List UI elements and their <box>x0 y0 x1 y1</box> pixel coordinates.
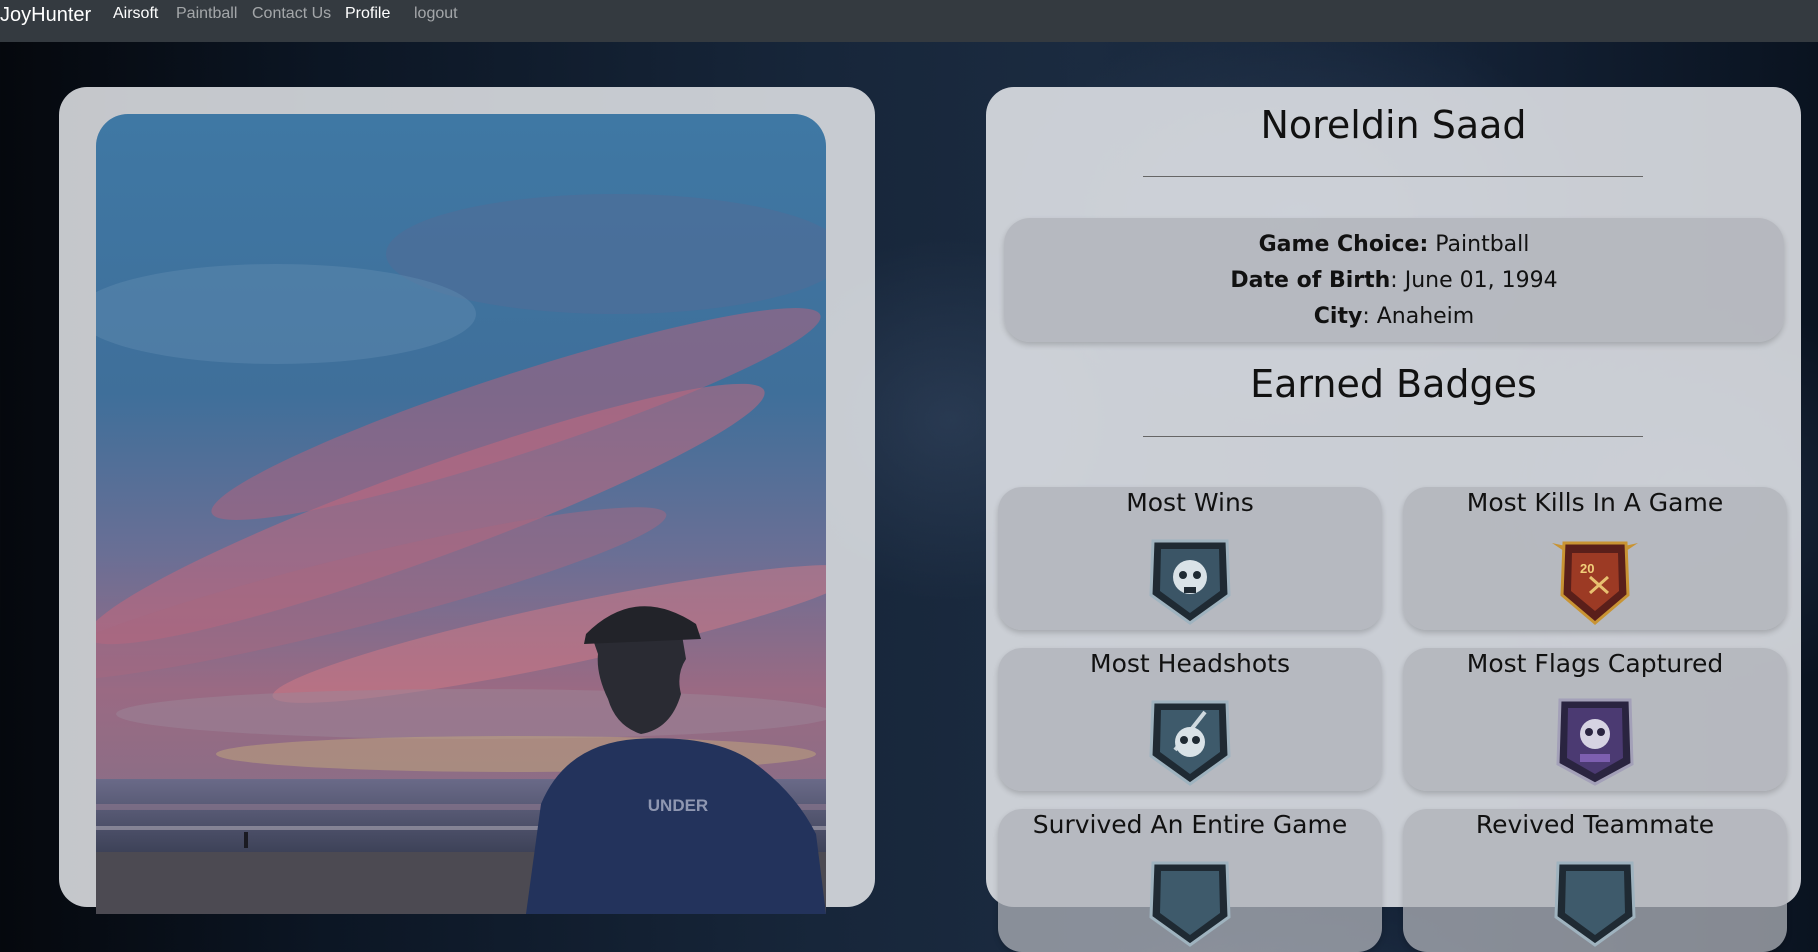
skull-knife-badge-icon <box>1149 700 1231 786</box>
badge-card-most-flags-captured: Most Flags Captured <box>1403 648 1787 791</box>
profile-photo: UNDER <box>96 114 826 914</box>
game-choice-label: Game Choice: <box>1258 232 1429 257</box>
nav-link-paintball[interactable]: Paintball <box>176 5 237 23</box>
svg-text:20: 20 <box>1580 561 1594 576</box>
earned-badges-title: Earned Badges <box>1250 362 1537 406</box>
top-navbar: JoyHunter Airsoft Paintball Contact Us P… <box>0 0 1818 42</box>
purple-skull-badge-icon <box>1556 698 1634 786</box>
badge-title: Most Kills In A Game <box>1466 488 1724 517</box>
nav-link-profile[interactable]: Profile <box>345 5 390 23</box>
shield-badge-icon <box>1149 861 1231 947</box>
badge-title: Most Wins <box>1126 488 1254 517</box>
badge-card-most-headshots: Most Headshots <box>998 648 1382 791</box>
game-choice-row: Game Choice: Paintball <box>1004 232 1784 257</box>
shield-badge-icon <box>1554 861 1636 947</box>
city-label: City <box>1313 304 1363 329</box>
nav-link-contact-us[interactable]: Contact Us <box>252 5 331 23</box>
shirt-logo-text: UNDER <box>648 796 708 815</box>
sunset-photo-image: UNDER <box>96 114 826 914</box>
brand-logo[interactable]: JoyHunter <box>0 4 91 27</box>
badge-title: Survived An Entire Game <box>1032 810 1348 839</box>
profile-photo-card: UNDER <box>59 87 875 914</box>
profile-info-box: Game Choice: Paintball Date of Birth: Ju… <box>1004 218 1784 342</box>
badges-divider <box>1143 436 1643 437</box>
profile-details-card: Noreldin Saad Game Choice: Paintball Dat… <box>986 87 1801 952</box>
nav-link-airsoft[interactable]: Airsoft <box>113 5 158 23</box>
date-of-birth-row: Date of Birth: June 01, 1994 <box>1004 268 1784 293</box>
game-choice-value: Paintball <box>1428 232 1530 257</box>
badge-card-survived-an-entire-game: Survived An Entire Game <box>998 809 1382 952</box>
badge-title: Revived Teammate <box>1475 810 1715 839</box>
badge-card-most-kills-in-a-game: Most Kills In A Game 20 <box>1403 487 1787 630</box>
badge-title: Most Headshots <box>1090 649 1290 678</box>
skull-badge-icon <box>1149 539 1231 625</box>
city-row: City: Anaheim <box>1004 304 1784 329</box>
profile-name: Noreldin Saad <box>1260 103 1527 147</box>
city-value: : Anaheim <box>1362 304 1475 329</box>
gold-20-badge-icon: 20 <box>1552 541 1638 625</box>
badge-title: Most Flags Captured <box>1466 649 1724 678</box>
date-of-birth-label: Date of Birth <box>1230 268 1391 293</box>
name-divider <box>1143 176 1643 177</box>
badge-card-most-wins: Most Wins <box>998 487 1382 630</box>
badge-card-revived-teammate: Revived Teammate <box>1403 809 1787 952</box>
nav-link-logout[interactable]: logout <box>414 5 458 23</box>
date-of-birth-value: : June 01, 1994 <box>1390 268 1558 293</box>
